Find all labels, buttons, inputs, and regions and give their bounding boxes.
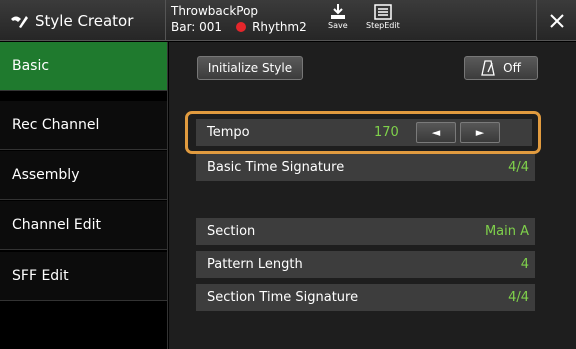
- style-name: ThrowbackPop: [171, 4, 259, 18]
- tempo-increase-button[interactable]: ►: [460, 122, 500, 143]
- sidebar-item-sff-edit[interactable]: SFF Edit: [0, 252, 167, 301]
- record-indicator-icon: [236, 22, 247, 32]
- section-time-signature-value: 4/4: [508, 290, 529, 305]
- list-icon: [374, 4, 392, 20]
- pattern-length-label: Pattern Length: [207, 257, 303, 272]
- sidebar-item-label: Channel Edit: [12, 217, 102, 233]
- basic-time-signature-value: 4/4: [508, 160, 529, 175]
- save-icon: [330, 4, 345, 19]
- main-panel: Initialize Style Off Basic Time Signatur…: [169, 42, 576, 349]
- metronome-icon: [481, 60, 495, 76]
- app-title-label: Style Creator: [35, 11, 134, 30]
- right-arrow-icon: ►: [475, 126, 485, 139]
- save-label: Save: [328, 21, 348, 30]
- metronome-toggle[interactable]: Off: [464, 56, 538, 80]
- basic-time-signature-label: Basic Time Signature: [207, 160, 345, 175]
- initialize-style-button[interactable]: Initialize Style: [197, 56, 303, 80]
- tempo-label: Tempo: [207, 125, 250, 140]
- header-bar: Style Creator ThrowbackPop Bar: 001 Rhyt…: [0, 0, 576, 41]
- pattern-length-value: 4: [520, 257, 529, 272]
- tempo-decrease-button[interactable]: ◄: [416, 122, 456, 143]
- tempo-value[interactable]: 170: [374, 119, 399, 146]
- close-button[interactable]: [536, 0, 576, 41]
- section-time-signature-label: Section Time Signature: [207, 290, 359, 305]
- initialize-style-label: Initialize Style: [207, 61, 293, 75]
- close-icon: [549, 13, 564, 28]
- bar-info: Bar: 001 Rhythm2: [171, 20, 307, 34]
- app-title[interactable]: Style Creator: [0, 0, 166, 41]
- sidebar-item-rec-channel[interactable]: Rec Channel: [0, 101, 167, 150]
- sidebar-item-basic[interactable]: Basic: [0, 42, 167, 91]
- metronome-state: Off: [503, 61, 521, 75]
- sidebar: Basic Rec Channel Assembly Channel Edit …: [0, 42, 168, 349]
- section-time-signature-row[interactable]: Section Time Signature 4/4: [196, 284, 535, 311]
- sidebar-item-label: SFF Edit: [12, 268, 69, 284]
- sidebar-item-label: Rec Channel: [12, 117, 100, 133]
- sidebar-item-label: Basic: [12, 58, 50, 74]
- basic-time-signature-row[interactable]: Basic Time Signature 4/4: [196, 154, 535, 181]
- step-edit-label: StepEdit: [366, 21, 400, 30]
- sidebar-item-channel-edit[interactable]: Channel Edit: [0, 201, 167, 250]
- save-button[interactable]: Save: [328, 3, 348, 30]
- bar-number: Bar: 001: [171, 20, 223, 34]
- step-edit-button[interactable]: StepEdit: [366, 3, 400, 30]
- sidebar-item-assembly[interactable]: Assembly: [0, 151, 167, 200]
- sidebar-item-label: Assembly: [12, 167, 80, 183]
- style-creator-icon: [11, 15, 28, 28]
- section-label: Section: [207, 224, 256, 239]
- left-arrow-icon: ◄: [431, 126, 441, 139]
- section-row[interactable]: Section Main A: [196, 218, 535, 245]
- record-part: Rhythm2: [252, 20, 307, 34]
- pattern-length-row[interactable]: Pattern Length 4: [196, 251, 535, 278]
- section-value: Main A: [484, 224, 529, 239]
